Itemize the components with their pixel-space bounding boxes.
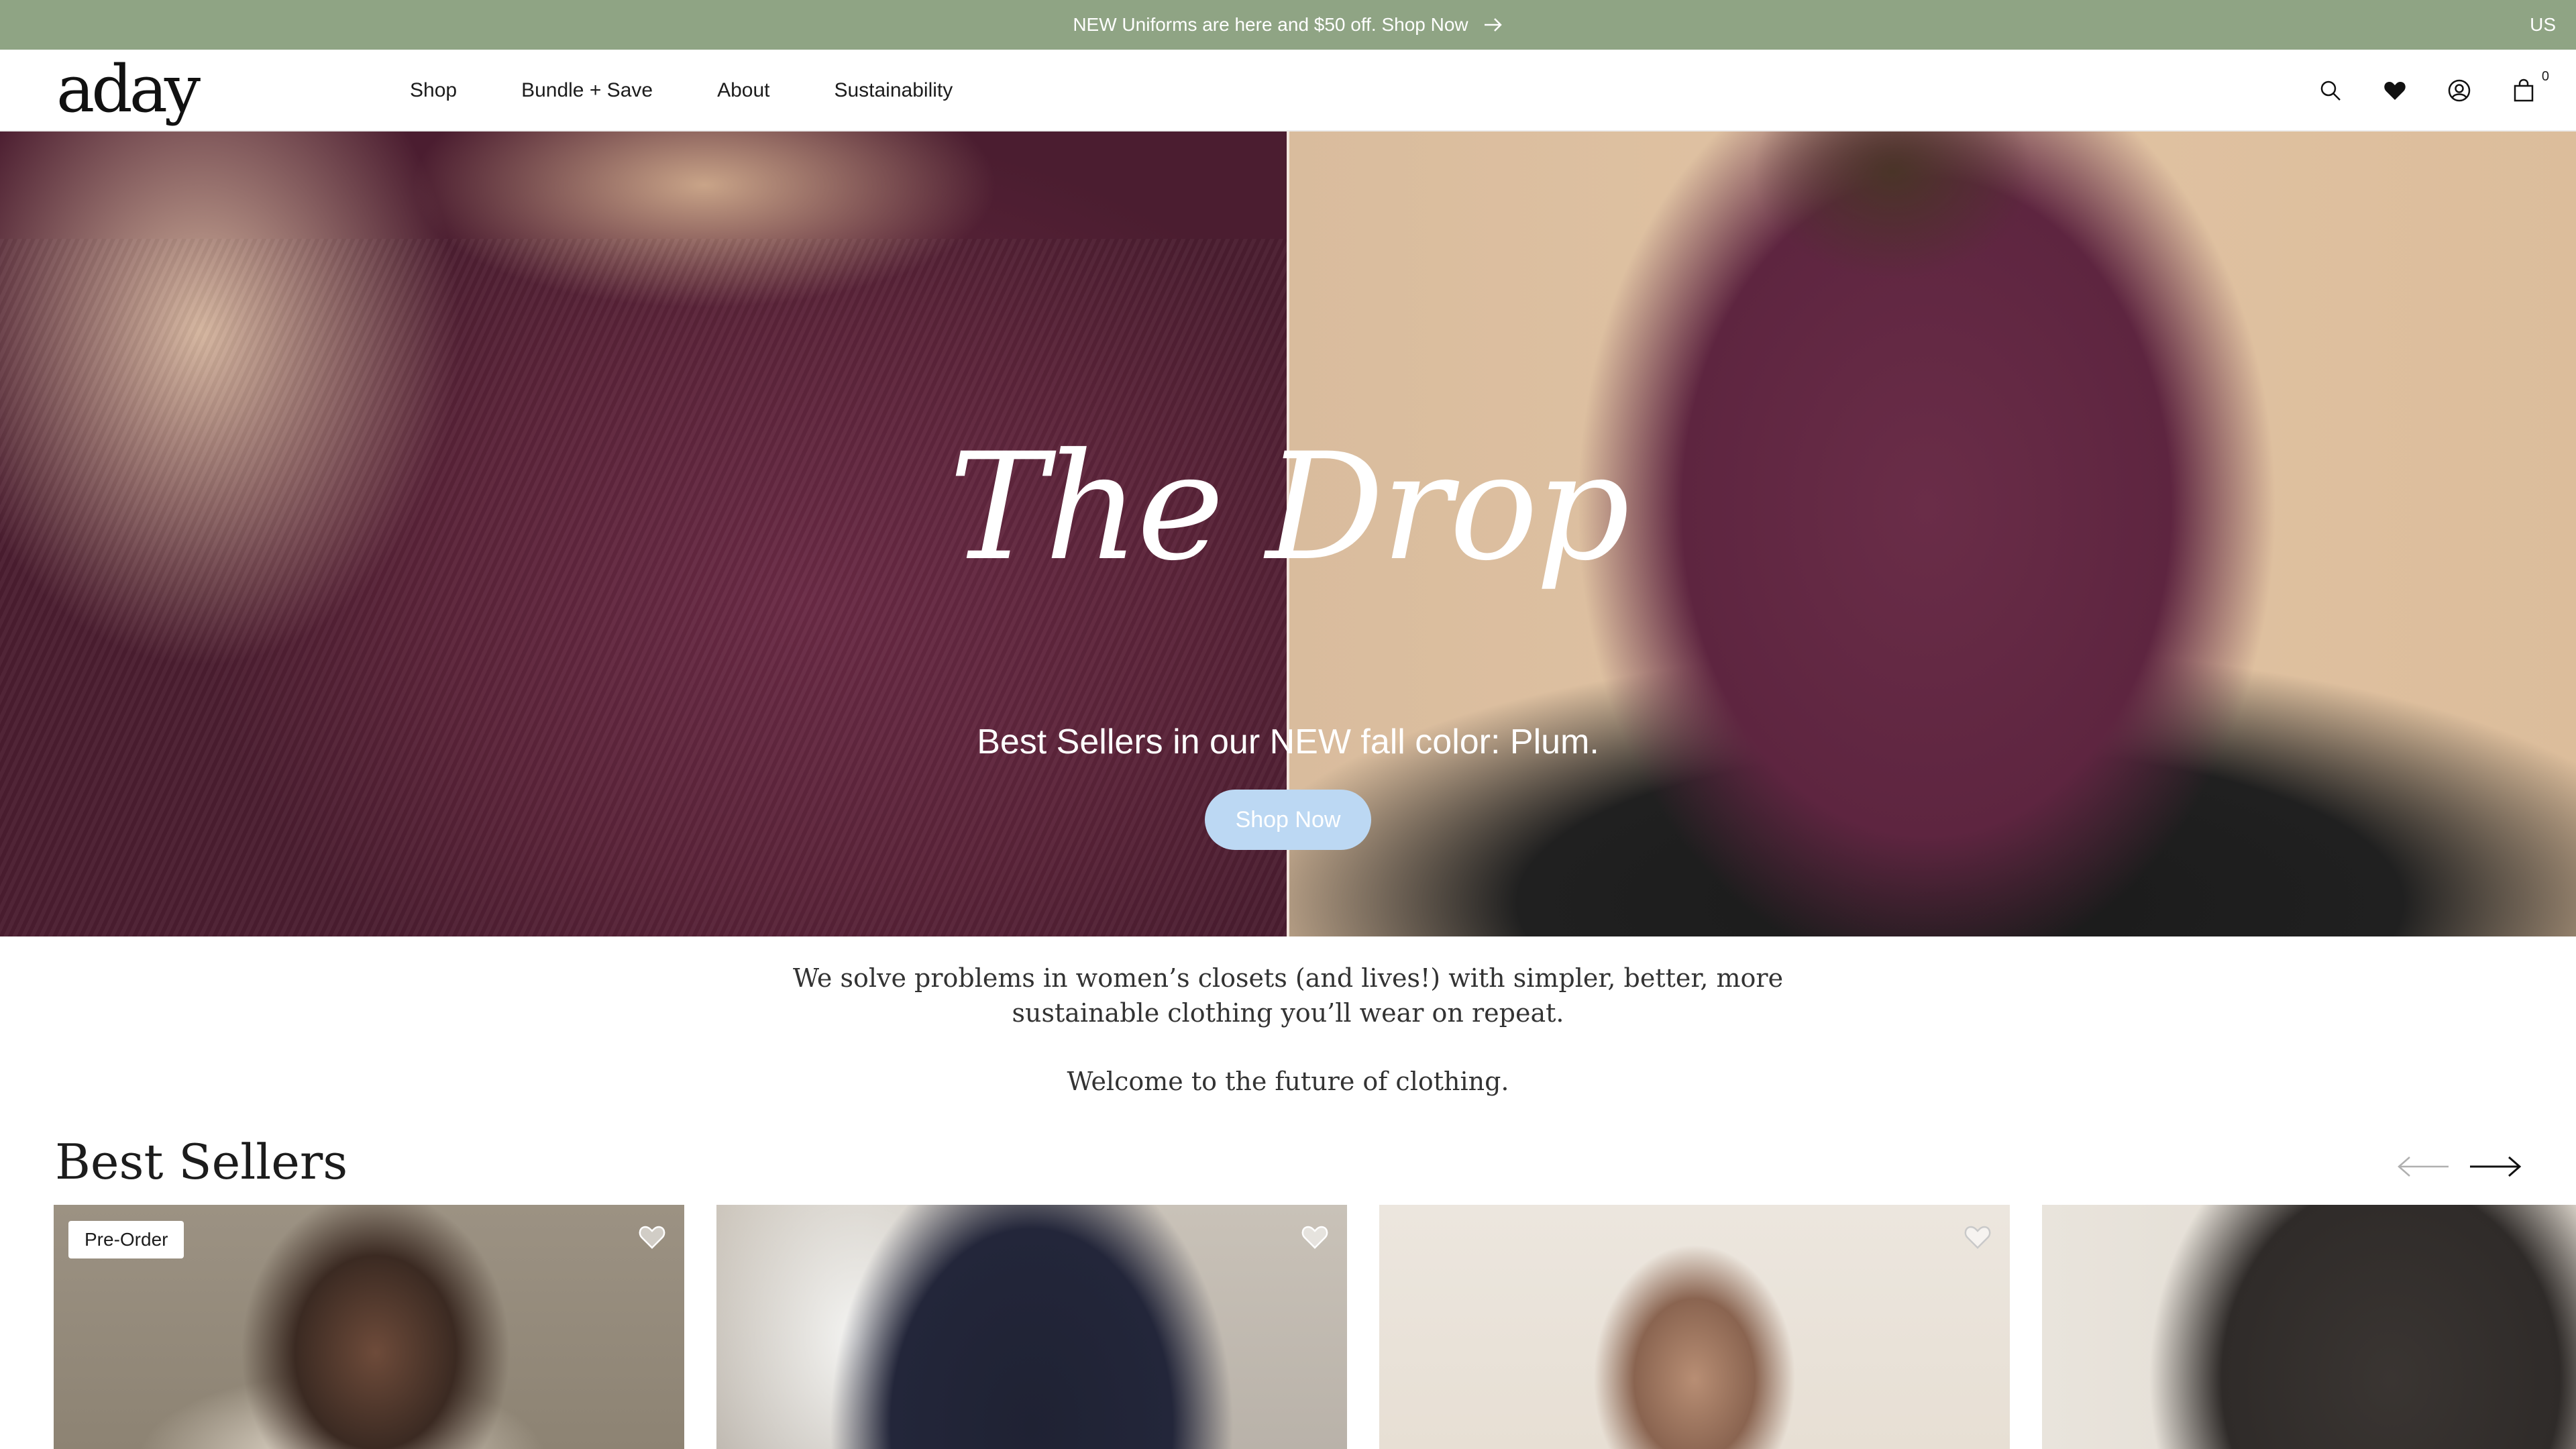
nav-shop[interactable]: Shop [410,79,457,102]
favorite-button[interactable] [1963,1222,1992,1252]
hero-title: The Drop [949,421,1629,593]
carousel-prev-button[interactable] [2396,1148,2450,1185]
product-card[interactable] [1379,1205,2010,1449]
heart-outline-icon [639,1226,665,1249]
bag-icon[interactable]: 0 [2512,69,2549,103]
mission-text: We solve problems in women’s closets (an… [792,963,1784,1028]
favorite-button[interactable] [637,1222,667,1252]
best-sellers-title: Best Sellers [55,1134,348,1190]
announcement-bar: NEW Uniforms are here and $50 off. Shop … [0,0,2576,50]
arrow-left-icon [2398,1157,2449,1177]
pre-order-badge: Pre-Order [68,1221,184,1258]
cart-count: 0 [2541,69,2549,84]
site-header: aday Shop Bundle + Save About Sustainabi… [0,50,2576,131]
nav-about[interactable]: About [717,79,769,102]
arrow-right-icon [1484,18,1502,32]
product-card[interactable] [716,1205,1347,1449]
region-selector[interactable]: US [2530,14,2556,36]
hero-banner: The Drop Best Sellers in our NEW fall co… [0,131,2576,936]
welcome-text: Welcome to the future of clothing. [1067,1067,1509,1096]
nav-bundle-save[interactable]: Bundle + Save [521,79,653,102]
logo[interactable]: aday [56,52,201,126]
shop-now-button[interactable]: Shop Now [1205,790,1371,850]
account-icon[interactable] [2447,78,2471,103]
carousel-next-button[interactable] [2469,1148,2522,1185]
heart-outline-icon [1964,1226,1991,1249]
arrow-right-icon [2470,1156,2522,1177]
announcement-text: NEW Uniforms are here and $50 off. Shop … [1073,14,1468,35]
favorite-button[interactable] [1300,1222,1330,1252]
nav-sustainability[interactable]: Sustainability [834,79,953,102]
product-card[interactable]: Pre-Order [54,1205,684,1449]
heart-outline-icon [1301,1226,1328,1249]
main-nav: Shop Bundle + Save About Sustainability [410,50,1017,131]
product-card[interactable] [2042,1205,2576,1449]
search-icon[interactable] [2318,78,2343,103]
hero-subtitle: Best Sellers in our NEW fall color: Plum… [977,722,1599,761]
header-icons: 0 [2318,50,2549,131]
announcement-link[interactable]: NEW Uniforms are here and $50 off. Shop … [1073,14,1503,36]
heart-icon[interactable] [2383,78,2407,103]
